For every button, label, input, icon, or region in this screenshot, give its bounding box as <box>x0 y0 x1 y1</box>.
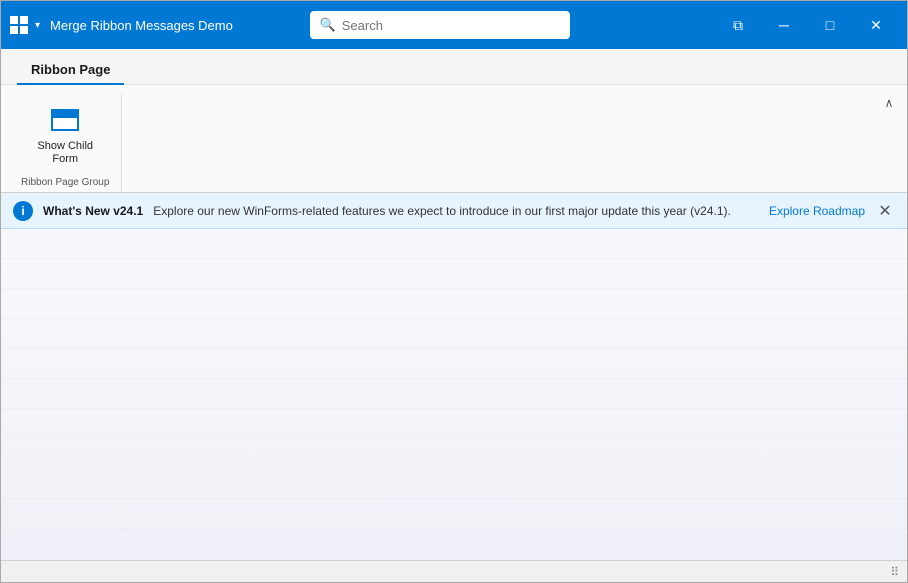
show-child-form-label: Show Child Form <box>37 140 93 166</box>
banner-title: What's New v24.1 <box>43 204 143 218</box>
ribbon-group: Show Child Form Ribbon Page Group <box>17 93 122 192</box>
ribbon-content: Show Child Form Ribbon Page Group ∧ <box>1 85 907 193</box>
titlebar-chevron-icon[interactable]: ▾ <box>35 20 40 31</box>
windows-logo-icon <box>9 15 29 35</box>
titlebar-controls: ⧉ ─ □ ✕ <box>715 1 899 49</box>
maximize-button[interactable]: □ <box>807 1 853 49</box>
ribbon-tabbar: Ribbon Page <box>1 49 907 85</box>
ribbon-collapse-button[interactable]: ∧ <box>879 93 899 113</box>
statusbar: ⠿ <box>1 560 907 582</box>
search-icon: 🔍 <box>320 17 336 33</box>
restore-button[interactable]: ⧉ <box>715 1 761 49</box>
titlebar: ▾ Merge Ribbon Messages Demo 🔍 ⧉ ─ □ ✕ <box>1 1 907 49</box>
show-child-form-icon <box>49 104 81 136</box>
ribbon-group-buttons: Show Child Form <box>28 97 102 173</box>
ribbon-page-tab[interactable]: Ribbon Page <box>17 56 124 85</box>
info-banner: i What's New v24.1 Explore our new WinFo… <box>1 193 907 229</box>
titlebar-left: ▾ Merge Ribbon Messages Demo <box>9 15 233 35</box>
close-button[interactable]: ✕ <box>853 1 899 49</box>
show-child-form-button[interactable]: Show Child Form <box>28 97 102 173</box>
main-window: ▾ Merge Ribbon Messages Demo 🔍 ⧉ ─ □ ✕ R… <box>0 0 908 583</box>
titlebar-search-box[interactable]: 🔍 <box>310 11 570 39</box>
main-content-area <box>1 229 907 560</box>
search-input[interactable] <box>342 18 560 33</box>
banner-close-button[interactable]: ✕ <box>875 201 895 221</box>
ribbon-group-label: Ribbon Page Group <box>21 173 109 192</box>
titlebar-title: Merge Ribbon Messages Demo <box>50 18 233 33</box>
resize-grip-icon: ⠿ <box>890 565 899 579</box>
info-icon: i <box>13 201 33 221</box>
banner-text: Explore our new WinForms-related feature… <box>153 204 759 218</box>
minimize-button[interactable]: ─ <box>761 1 807 49</box>
banner-explore-link[interactable]: Explore Roadmap <box>769 204 865 218</box>
